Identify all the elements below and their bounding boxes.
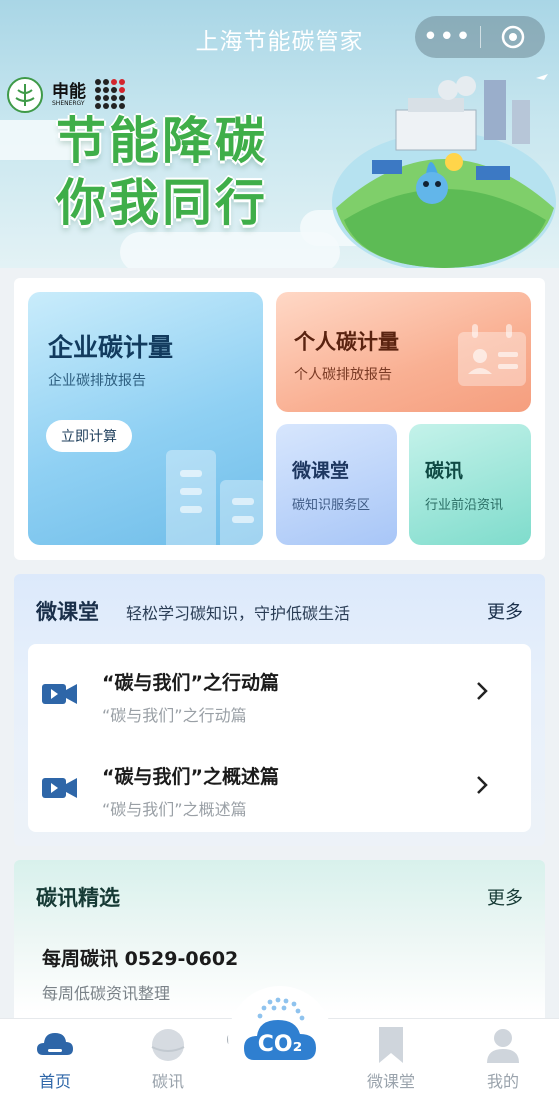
carbon-news-globe-icon: [151, 1029, 185, 1061]
micro-course-section: 微课堂 轻松学习碳知识，守护低碳生活 更多 “碳与我们”之行动篇 “碳与我们”之…: [14, 574, 545, 846]
tab-label: 我的: [486, 1072, 519, 1091]
slogan-line-1: 节能降碳: [56, 112, 268, 170]
tab-micro-course[interactable]: 微课堂: [346, 1019, 436, 1103]
micro-course-card-subtitle: 碳知识服务区: [292, 498, 371, 513]
tab-label: 微课堂: [366, 1072, 415, 1091]
course-item[interactable]: “碳与我们”之行动篇 “碳与我们”之行动篇: [28, 644, 531, 738]
enterprise-carbon-card[interactable]: 企业碳计量 企业碳排放报告 立即计算: [28, 292, 263, 545]
tab-home[interactable]: 首页: [10, 1019, 100, 1103]
course-item-title: “碳与我们”之行动篇: [102, 672, 279, 694]
earth-factory-illustration: [332, 74, 556, 268]
calculate-now-button[interactable]: 立即计算: [46, 420, 132, 452]
brand-wordmark: 申能 SHENERGY: [52, 81, 86, 107]
carbon-news-section-title: 碳讯精选: [36, 886, 120, 910]
brand-logos: 申能 SHENERGY: [6, 76, 128, 114]
top-banner: 上海节能碳管家 ••• 申能 SHENERGY 节能降碳 你我同行: [0, 0, 559, 268]
carbon-news-more-link[interactable]: 更多: [487, 884, 523, 910]
brand-name: 申能: [52, 81, 86, 102]
personal-card-subtitle: 个人碳排放报告: [294, 367, 392, 383]
course-item-title: “碳与我们”之概述篇: [102, 766, 279, 788]
news-item-title[interactable]: 每周碳讯 0529-0602: [42, 944, 238, 971]
tab-carbon-news[interactable]: 碳讯: [123, 1019, 213, 1103]
enterprise-card-subtitle: 企业碳排放报告: [48, 373, 146, 389]
micro-course-more-link[interactable]: 更多: [487, 598, 523, 624]
chevron-right-icon: [475, 680, 489, 706]
mini-program-capsule: •••: [415, 16, 545, 58]
course-item[interactable]: “碳与我们”之概述篇 “碳与我们”之概述篇: [28, 738, 531, 832]
news-item-subtitle: 每周低碳资讯整理: [42, 984, 171, 1003]
id-card-icon: [458, 324, 526, 386]
feature-panel: 企业碳计量 企业碳排放报告 立即计算 个人碳计量 个人碳排放报告 微课堂 碳知识…: [14, 278, 545, 560]
tab-label: 首页: [38, 1072, 71, 1091]
bookmark-icon: [379, 1027, 403, 1063]
more-icon[interactable]: •••: [415, 16, 480, 58]
course-item-subtitle: “碳与我们”之行动篇: [102, 706, 247, 725]
brand-name-en: SHENERGY: [52, 99, 85, 107]
close-icon[interactable]: [481, 24, 546, 50]
video-camera-icon: [42, 776, 78, 804]
personal-carbon-card[interactable]: 个人碳计量 个人碳排放报告: [276, 292, 531, 412]
personal-card-title: 个人碳计量: [294, 330, 399, 354]
co2-center-button[interactable]: CO₂: [228, 986, 332, 1090]
enterprise-card-title: 企业碳计量: [48, 333, 174, 362]
video-camera-icon: [42, 682, 78, 710]
tab-mine[interactable]: 我的: [458, 1019, 548, 1103]
co2-label: CO₂: [257, 1032, 303, 1057]
course-item-subtitle: “碳与我们”之概述篇: [102, 800, 247, 819]
carbon-news-card-title: 碳讯: [425, 460, 464, 482]
slogan-line-2: 你我同行: [56, 174, 268, 232]
micro-course-card[interactable]: 微课堂 碳知识服务区: [276, 424, 397, 545]
micro-course-section-title: 微课堂: [36, 600, 99, 624]
shenergy-dots-logo: [95, 79, 125, 109]
course-list: “碳与我们”之行动篇 “碳与我们”之行动篇 “碳与我们”之概述篇 “碳与我们”之…: [28, 644, 531, 832]
user-icon: [487, 1029, 519, 1063]
carbon-news-card-subtitle: 行业前沿资讯: [425, 498, 504, 513]
carbon-news-card[interactable]: 碳讯 行业前沿资讯: [409, 424, 531, 545]
leaf-emblem-logo: [7, 77, 43, 113]
tab-label: 碳讯: [151, 1072, 184, 1091]
micro-course-section-description: 轻松学习碳知识，守护低碳生活: [126, 604, 351, 623]
micro-course-card-title: 微课堂: [292, 460, 350, 482]
chevron-right-icon: [475, 774, 489, 800]
buildings-icon: [166, 450, 263, 545]
home-cloud-icon: [37, 1033, 73, 1055]
